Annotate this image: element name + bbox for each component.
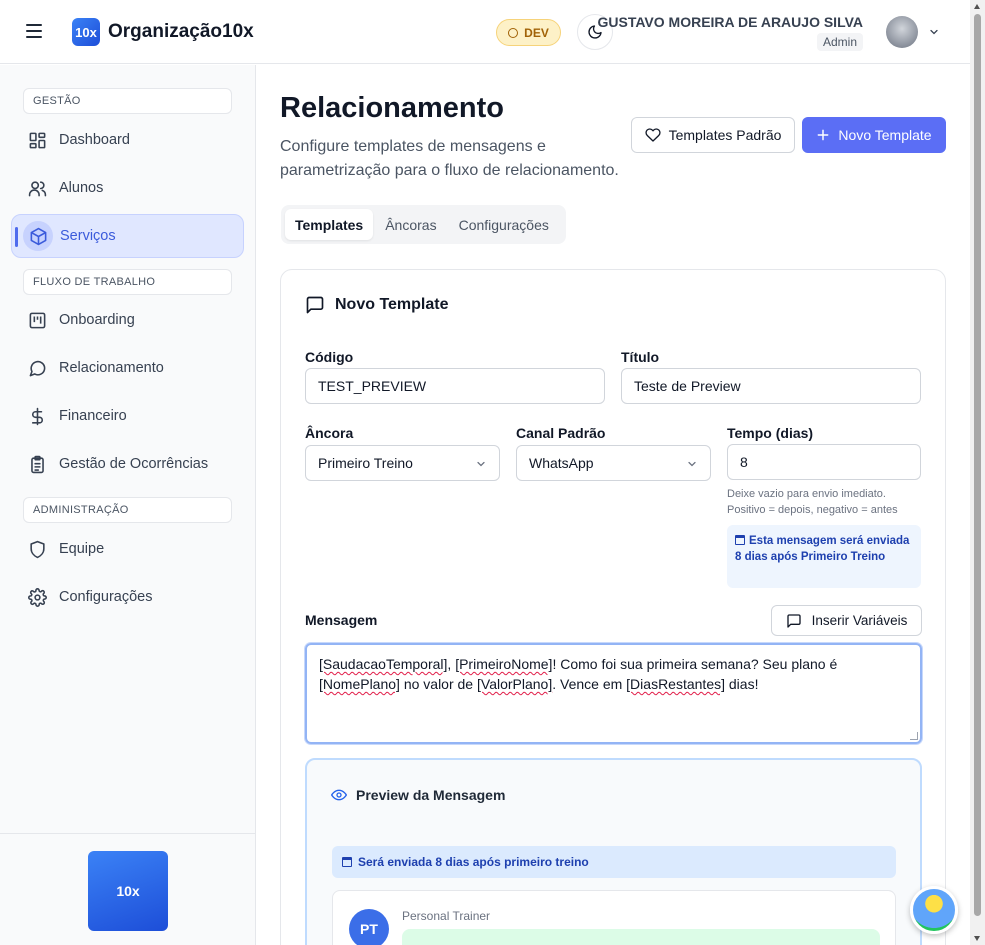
sender-name: Personal Trainer [402,909,491,923]
chevron-down-icon[interactable] [928,26,940,38]
tempo-hint: Deixe vazio para envio imediato. Positiv… [727,488,898,516]
sidebar-item-label: Financeiro [59,408,127,424]
sidebar-item-servicos[interactable]: Serviços [11,214,244,258]
calendar-icon [735,535,745,545]
message-bubble [402,929,880,945]
scroll-down-icon[interactable] [974,936,980,941]
sidebar: GESTÃO Dashboard Alunos Serviços FLUXO D… [0,65,256,945]
sidebar-item-label: Serviços [60,228,116,244]
box-icon [23,221,53,251]
titulo-label: Título [621,349,660,365]
sidebar-item-alunos[interactable]: Alunos [11,166,244,210]
canal-select[interactable]: WhatsApp [516,445,711,481]
codigo-input[interactable]: TEST_PREVIEW [305,368,605,404]
top-header: 10x Organização10x DEV GUSTAVO MOREIRA D… [0,0,970,64]
sidebar-item-label: Onboarding [59,312,135,328]
sidebar-item-equipe[interactable]: Equipe [11,527,244,571]
kanban-icon [27,310,47,330]
canal-value: WhatsApp [529,455,594,471]
sidebar-footer: 10x [0,833,255,945]
message-square-icon [786,613,801,628]
chevron-down-icon [477,461,485,467]
dashboard-icon [27,130,47,150]
sidebar-item-label: Relacionamento [59,360,164,376]
sidebar-item-dashboard[interactable]: Dashboard [11,118,244,162]
sidebar-item-financeiro[interactable]: Financeiro [11,394,244,438]
footer-logo: 10x [88,851,168,931]
canal-label: Canal Padrão [516,425,606,441]
sidebar-item-label: Dashboard [59,132,130,148]
user-role-badge: Admin [816,33,863,51]
floating-help-badge[interactable] [910,886,958,934]
user-name: GUSTAVO MOREIRA DE ARAUJO SILVA [597,14,864,30]
plus-icon [818,129,829,141]
chat-bubble-icon [27,358,47,378]
tempo-label: Tempo (dias) [727,425,814,441]
mensagem-label: Mensagem [305,612,378,628]
message-preview-panel: Preview da Mensagem Será enviada 8 dias … [305,758,922,945]
sidebar-section-gestao: GESTÃO [23,88,232,114]
menu-icon[interactable] [26,24,42,38]
templates-padrao-button[interactable]: Templates Padrão [631,117,795,153]
sidebar-item-label: Alunos [59,180,104,196]
sidebar-item-configuracoes[interactable]: Configurações [11,575,244,619]
chevron-down-icon [688,461,696,467]
tab-list: Templates Âncoras Configurações [281,205,566,244]
org-name: Organização10x [108,21,254,42]
sidebar-item-ocorrencias[interactable]: Gestão de Ocorrências [11,442,244,486]
ancora-value: Primeiro Treino [318,455,413,471]
users-icon [27,178,47,198]
novo-template-button[interactable]: Novo Template [802,117,946,153]
avatar[interactable] [886,16,918,48]
sidebar-item-label: Configurações [59,589,153,605]
sender-avatar: PT [349,909,389,945]
circle-icon [508,27,519,38]
tab-ancoras[interactable]: Âncoras [375,209,446,240]
sidebar-item-onboarding[interactable]: Onboarding [11,298,244,342]
eye-icon [331,789,347,801]
env-badge: DEV [496,19,561,46]
resize-handle[interactable] [910,732,918,740]
clipboard-icon [27,454,47,474]
ancora-label: Âncora [305,425,354,441]
sidebar-section-administracao: ADMINISTRAÇÃO [23,497,232,523]
scroll-up-icon[interactable] [974,4,980,9]
org-logo: 10x [72,18,100,46]
mensagem-textarea[interactable]: [SaudacaoTemporal], [PrimeiroNome]! Como… [305,643,922,744]
heart-icon [644,128,661,142]
preview-title: Preview da Mensagem [331,787,505,803]
tempo-info-box: Esta mensagem será enviada 8 dias após P… [727,525,921,588]
ancora-select[interactable]: Primeiro Treino [305,445,500,481]
page-title: Relacionamento [280,92,504,124]
codigo-label: Código [305,349,354,365]
inserir-variaveis-button[interactable]: Inserir Variáveis [771,605,922,636]
scrollbar-thumb[interactable] [974,14,981,916]
titulo-input[interactable]: Teste de Preview [621,368,921,404]
calendar-icon [342,857,352,867]
novo-template-card: Novo Template Código TEST_PREVIEW Título… [280,269,946,945]
page-scrollbar[interactable] [970,0,985,945]
preview-message-card: PT Personal Trainer [332,890,896,945]
message-square-icon [306,296,324,314]
sidebar-item-label: Equipe [59,541,105,557]
page-description: Configure templates de mensagens e param… [280,138,619,179]
gear-icon [27,587,47,607]
preview-schedule-banner: Será enviada 8 dias após primeiro treino [332,846,896,878]
card-title: Novo Template [305,295,449,315]
tempo-input[interactable]: 8 [727,444,921,480]
dollar-icon [27,406,47,426]
sidebar-item-label: Gestão de Ocorrências [59,456,209,472]
tab-templates[interactable]: Templates [285,209,374,240]
shield-icon [27,539,47,559]
tab-configuracoes[interactable]: Configurações [449,209,559,240]
sidebar-section-fluxo: FLUXO DE TRABALHO [23,269,232,295]
sidebar-item-relacionamento[interactable]: Relacionamento [11,346,244,390]
